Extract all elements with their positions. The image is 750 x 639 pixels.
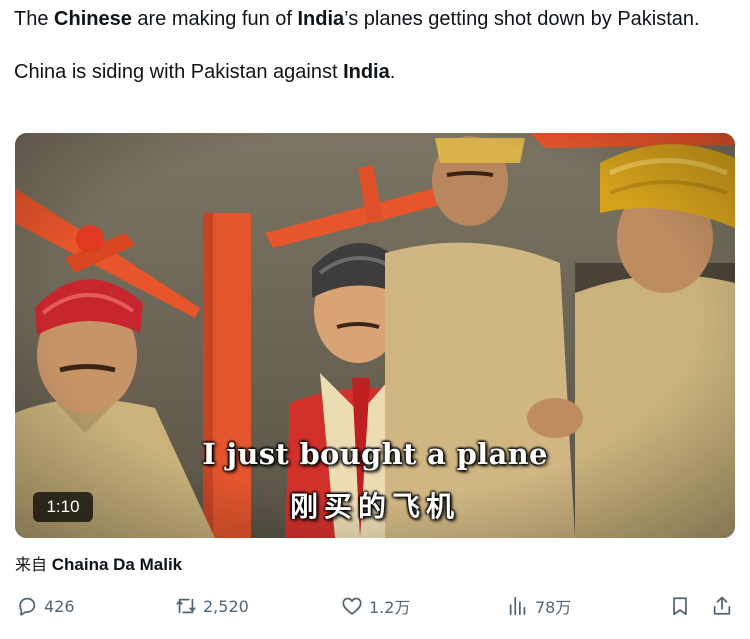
tweet-paragraph-2: China is siding with Pakistan against In… (14, 59, 734, 86)
paragraph2-run: . (389, 61, 396, 83)
reply-icon (19, 597, 36, 616)
bar-chart-icon (509, 596, 526, 616)
share-icon (713, 596, 731, 615)
video-subtitle-chinese: 刚买的飞机 (289, 490, 460, 523)
video-source: 来自 Chaina Da Malik (15, 551, 182, 575)
views-count: 78万 (535, 598, 572, 617)
retweet-icon (176, 598, 196, 614)
tweet-paragraph-1: The Chinese are making fun of India’s pl… (14, 6, 734, 33)
paragraph2-run: India (343, 61, 390, 83)
paragraph2-run: China is siding with Pakistan against (14, 61, 344, 83)
paragraph1-run: ’s planes getting shot down by Pakistan. (344, 8, 700, 30)
like-button[interactable]: 1.2万 (341, 591, 410, 621)
paragraph1-run: India (297, 8, 345, 30)
reply-button[interactable]: 426 (16, 591, 75, 621)
paragraph1-run: The (14, 8, 55, 30)
video-duration-badge: 1:10 (33, 492, 93, 522)
retweet-count: 2,520 (203, 596, 249, 616)
reply-count: 426 (44, 596, 75, 616)
paragraph1-run: are making fun of (131, 8, 298, 30)
bookmark-icon (673, 597, 687, 616)
views-button[interactable]: 78万 (507, 591, 571, 621)
tweet-text: The Chinese are making fun of India’s pl… (14, 6, 734, 86)
retweet-button[interactable]: 2,520 (175, 591, 249, 621)
heart-icon (342, 597, 362, 615)
video-frame (15, 133, 735, 538)
video-player[interactable]: I just bought a plane 刚买的飞机 1:10 (15, 133, 735, 538)
share-button[interactable] (711, 591, 733, 621)
source-author-link[interactable]: Chaina Da Malik (52, 555, 182, 574)
video-subtitle-english: I just bought a plane (202, 437, 548, 471)
source-prefix: 来自 (15, 555, 48, 574)
paragraph1-run: Chinese (54, 8, 132, 30)
tweet-action-bar: 426 2,520 1.2万 78万 (0, 591, 750, 621)
like-count: 1.2万 (369, 598, 411, 617)
bookmark-button[interactable] (669, 591, 691, 621)
